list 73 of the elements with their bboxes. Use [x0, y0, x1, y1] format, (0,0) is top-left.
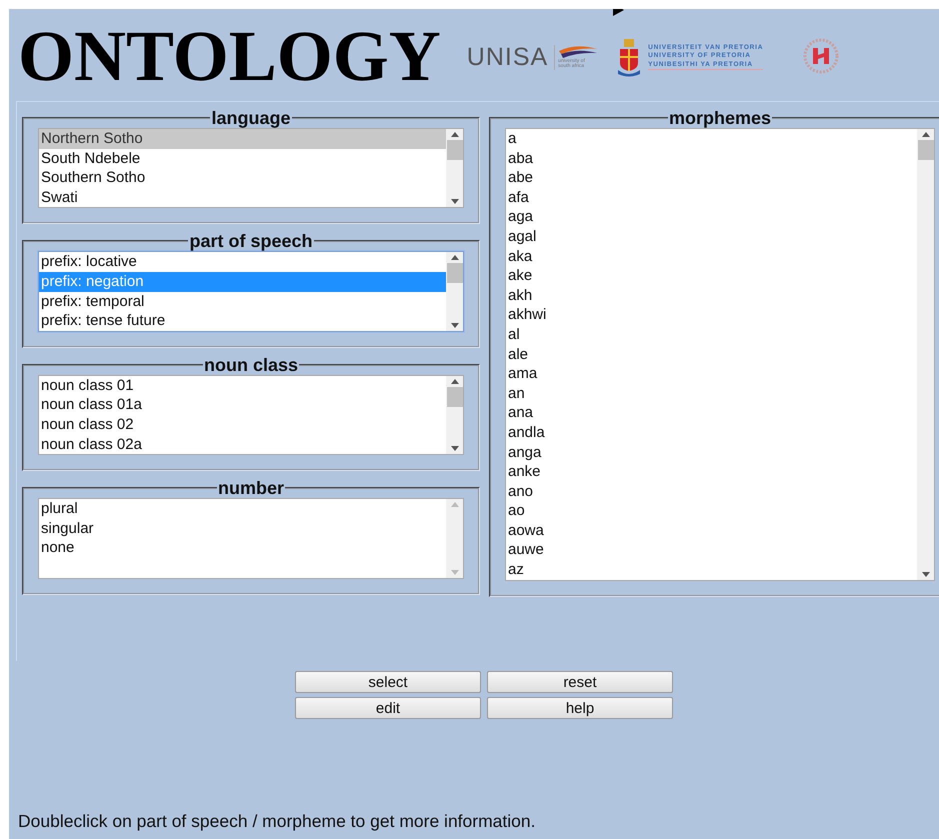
panel-legend: morphemes	[668, 108, 772, 128]
list-option[interactable]: anga	[506, 442, 917, 462]
list-option[interactable]: ana	[506, 403, 917, 423]
swoosh-icon	[558, 44, 598, 58]
list-option[interactable]: plural	[39, 499, 446, 519]
unisa-logo-text: UNISA	[466, 42, 548, 72]
action-button[interactable]: help	[487, 697, 673, 719]
list-option[interactable]: prefix: locative	[39, 252, 446, 272]
app-title: ONTOLOGY	[18, 20, 441, 92]
crest-icon	[616, 37, 642, 77]
list-option[interactable]: az	[506, 560, 917, 580]
scroll-up-icon[interactable]	[450, 255, 458, 260]
list-option[interactable]: agal	[506, 226, 917, 247]
list-option[interactable]: noun class 02a	[39, 434, 446, 454]
list-option[interactable]: South Ndebele	[39, 148, 446, 168]
list-option[interactable]: afa	[506, 188, 917, 208]
list-option[interactable]: noun class 01	[39, 376, 446, 396]
seal-icon	[803, 38, 840, 74]
scrollbar[interactable]	[446, 129, 463, 208]
scroll-up-icon[interactable]	[450, 132, 458, 137]
list-option[interactable]: akh	[506, 286, 917, 306]
scroll-thumb[interactable]	[918, 140, 934, 160]
list-option[interactable]: Southern Sotho	[39, 168, 446, 188]
list-option[interactable]: noun class 01a	[39, 395, 446, 415]
action-button[interactable]: edit	[295, 697, 481, 719]
list-option[interactable]: aowa	[506, 520, 917, 540]
list-option[interactable]: none	[39, 538, 446, 558]
list-option[interactable]: prefix: tense future	[39, 311, 446, 331]
scroll-down-icon[interactable]	[922, 572, 930, 577]
list-option[interactable]: abe	[506, 168, 917, 188]
status-message: Doubleclick on part of speech / morpheme to get more information.	[18, 811, 536, 832]
list-option[interactable]: ake	[506, 266, 917, 286]
list-option[interactable]: al	[506, 324, 917, 345]
list-option[interactable]: prefix: temporal	[39, 292, 446, 312]
list-option[interactable]: ale	[506, 344, 917, 364]
scrollbar[interactable]	[446, 252, 463, 331]
panel-legend: language	[210, 108, 292, 128]
list-option[interactable]: anke	[506, 462, 917, 482]
list-box[interactable]: a aba abe afa aga agal aka ake akh akhwi al ale ama an ana andla anga anke ano ao aowa auwe az	[505, 128, 935, 581]
list-box[interactable]: prefix: locative prefix: negation prefix: temporal prefix: tense future	[38, 251, 464, 332]
list-option[interactable]: noun class 02	[39, 414, 446, 435]
list-option[interactable]: Northern Sotho	[39, 129, 446, 149]
panel-legend: number	[216, 478, 285, 498]
list-option[interactable]: aka	[506, 246, 917, 266]
panel-legend: noun class	[202, 354, 300, 375]
list-option[interactable]: aba	[506, 148, 917, 168]
action-button[interactable]: select	[295, 671, 481, 693]
list-option[interactable]: aga	[506, 207, 917, 227]
list-option[interactable]: ano	[506, 482, 917, 502]
scroll-thumb[interactable]	[446, 263, 462, 284]
scrollbar[interactable]	[446, 376, 463, 454]
list-option[interactable]: Swati	[39, 188, 446, 208]
list-box[interactable]: noun class 01 noun class 01a noun class 02 noun class 02a	[38, 374, 464, 456]
scrollbar[interactable]	[917, 129, 934, 580]
scroll-down-icon[interactable]	[450, 322, 458, 328]
list-option[interactable]: an	[506, 384, 917, 404]
list-option[interactable]: akhwi	[506, 305, 917, 325]
list-option[interactable]: singular	[39, 518, 446, 538]
list-option[interactable]: a	[506, 129, 917, 149]
panel-legend: part of speech	[188, 231, 314, 252]
scroll-thumb[interactable]	[446, 386, 462, 407]
list-option[interactable]: ama	[506, 364, 917, 384]
list-box[interactable]: plural singular none	[38, 498, 464, 579]
scroll-down-icon[interactable]	[450, 446, 458, 452]
list-box[interactable]: Northern Sotho South Ndebele Southern Sotho Swati	[38, 128, 464, 208]
action-button[interactable]: reset	[487, 671, 673, 693]
list-option[interactable]: auwe	[506, 540, 917, 560]
list-option[interactable]: andla	[506, 422, 917, 442]
scroll-down-icon[interactable]	[450, 199, 458, 204]
list-option[interactable]: ao	[506, 501, 917, 521]
scroll-up-icon[interactable]	[922, 132, 930, 137]
scroll-thumb[interactable]	[446, 140, 462, 160]
scroll-up-icon[interactable]	[450, 378, 458, 384]
